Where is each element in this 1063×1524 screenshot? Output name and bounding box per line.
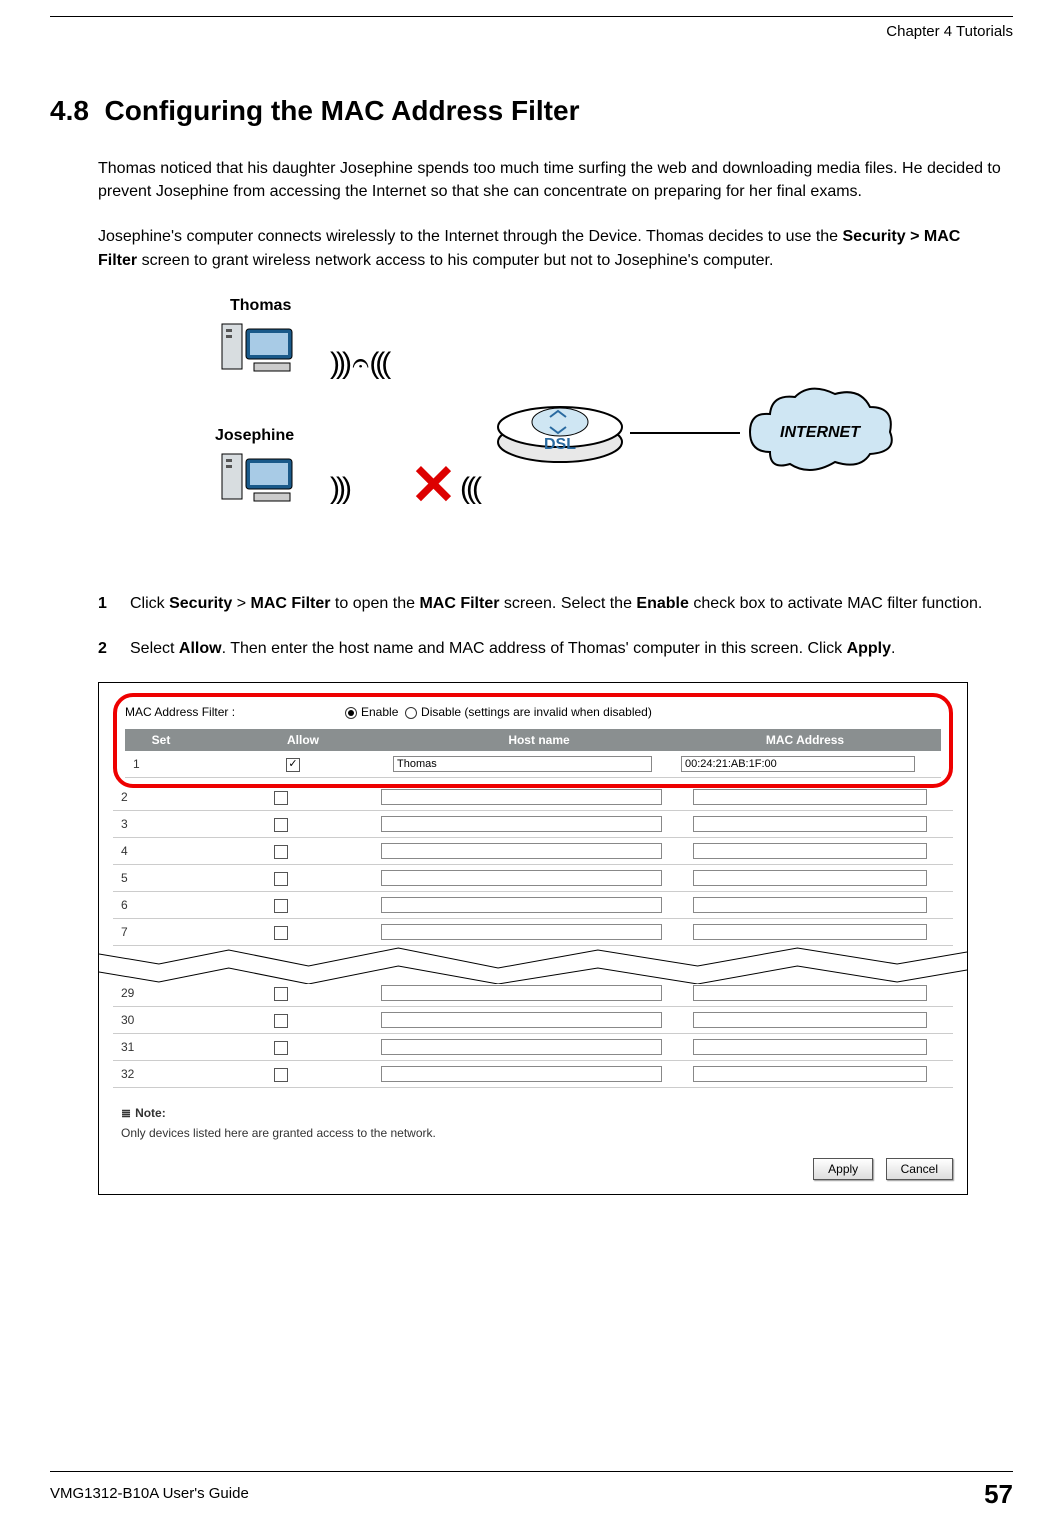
cell-set: 5	[113, 871, 181, 885]
paragraph-1: Thomas noticed that his daughter Josephi…	[98, 157, 1003, 203]
hostname-input[interactable]	[381, 1039, 662, 1055]
table-header: Set Allow Host name MAC Address	[125, 729, 941, 751]
table-row: 31	[113, 1034, 953, 1061]
allow-checkbox[interactable]	[274, 1014, 288, 1028]
section-title: Configuring the MAC Address Filter	[105, 95, 580, 126]
blocked-x-icon: ✕	[410, 452, 457, 518]
col-set: Set	[125, 729, 197, 751]
note-heading: ≣ Note:	[121, 1106, 945, 1120]
allow-checkbox[interactable]	[274, 845, 288, 859]
mac-input[interactable]	[693, 1066, 927, 1082]
mac-input[interactable]	[681, 756, 915, 772]
allow-checkbox[interactable]	[274, 1041, 288, 1055]
cell-set: 30	[113, 1013, 181, 1027]
cell-set: 6	[113, 898, 181, 912]
table-row: 2	[113, 784, 953, 811]
hostname-input[interactable]	[381, 870, 662, 886]
hostname-input[interactable]	[393, 756, 652, 772]
internet-cloud-icon: INTERNET	[740, 382, 900, 487]
allow-checkbox[interactable]	[274, 791, 288, 805]
section-number: 4.8	[50, 95, 89, 126]
cancel-button[interactable]: Cancel	[886, 1158, 953, 1180]
wifi-waves-icon: ))) 𝄐 (((	[330, 347, 387, 381]
cell-set: 7	[113, 925, 181, 939]
cell-set: 1	[125, 757, 193, 771]
step-1: 1 Click Security > MAC Filter to open th…	[98, 592, 1013, 615]
disable-radio[interactable]: Disable (settings are invalid when disab…	[405, 705, 652, 719]
mac-input[interactable]	[693, 897, 927, 913]
table-row: 30	[113, 1007, 953, 1034]
allow-checkbox[interactable]	[274, 926, 288, 940]
mac-input[interactable]	[693, 924, 927, 940]
col-host: Host name	[409, 729, 669, 751]
mac-input[interactable]	[693, 816, 927, 832]
connection-line	[630, 432, 740, 434]
step-2: 2 Select Allow. Then enter the host name…	[98, 637, 1013, 660]
svg-text:DSL: DSL	[544, 436, 576, 453]
footer-guide: VMG1312-B10A User's Guide	[50, 1485, 249, 1502]
allow-checkbox[interactable]	[274, 872, 288, 886]
mac-input[interactable]	[693, 870, 927, 886]
hostname-input[interactable]	[381, 897, 662, 913]
table-row: 3	[113, 811, 953, 838]
highlight-box: MAC Address Filter : Enable Disable (set…	[113, 693, 953, 788]
table-row: 1	[125, 751, 941, 778]
mac-input[interactable]	[693, 1039, 927, 1055]
pc-icon-thomas	[220, 319, 300, 379]
josephine-label: Josephine	[215, 427, 294, 445]
note-icon: ≣	[121, 1106, 131, 1120]
footer-page: 57	[984, 1479, 1013, 1510]
cell-set: 32	[113, 1067, 181, 1081]
page-tear	[99, 942, 967, 984]
section-heading: 4.8 Configuring the MAC Address Filter	[50, 95, 1013, 127]
cell-set: 2	[113, 790, 181, 804]
mac-filter-screenshot: MAC Address Filter : Enable Disable (set…	[98, 682, 968, 1195]
thomas-label: Thomas	[230, 297, 291, 315]
mac-input[interactable]	[693, 1012, 927, 1028]
cell-set: 4	[113, 844, 181, 858]
table-row: 32	[113, 1061, 953, 1088]
mac-input[interactable]	[693, 789, 927, 805]
hostname-input[interactable]	[381, 1066, 662, 1082]
table-row: 5	[113, 865, 953, 892]
hostname-input[interactable]	[381, 924, 662, 940]
enable-radio[interactable]: Enable	[345, 705, 398, 719]
cell-set: 31	[113, 1040, 181, 1054]
col-allow: Allow	[197, 729, 409, 751]
allow-checkbox[interactable]	[274, 1068, 288, 1082]
table-row: 4	[113, 838, 953, 865]
paragraph-2: Josephine's computer connects wirelessly…	[98, 225, 1003, 271]
table-row: 29	[113, 980, 953, 1007]
mac-input[interactable]	[693, 843, 927, 859]
allow-checkbox[interactable]	[274, 987, 288, 1001]
wifi-waves-icon: )))	[330, 472, 348, 506]
step-list: 1 Click Security > MAC Filter to open th…	[98, 592, 1013, 660]
wifi-waves-icon: (((	[460, 472, 478, 506]
step-number: 1	[98, 592, 130, 615]
dsl-router-icon: DSL	[490, 397, 630, 467]
svg-text:INTERNET: INTERNET	[780, 424, 861, 441]
hostname-input[interactable]	[381, 1012, 662, 1028]
hostname-input[interactable]	[381, 789, 662, 805]
cell-set: 3	[113, 817, 181, 831]
hostname-input[interactable]	[381, 843, 662, 859]
network-diagram: Thomas ))) 𝄐 ((( Josephine ))) ✕ ((( DSL…	[160, 297, 1013, 557]
allow-checkbox[interactable]	[274, 899, 288, 913]
step-number: 2	[98, 637, 130, 660]
col-mac: MAC Address	[669, 729, 941, 751]
header-chapter: Chapter 4 Tutorials	[50, 23, 1013, 40]
hostname-input[interactable]	[381, 985, 662, 1001]
pc-icon-josephine	[220, 449, 300, 509]
cell-set: 29	[113, 986, 181, 1000]
table-row: 6	[113, 892, 953, 919]
mac-input[interactable]	[693, 985, 927, 1001]
note-body: Only devices listed here are granted acc…	[121, 1126, 945, 1140]
hostname-input[interactable]	[381, 816, 662, 832]
mac-filter-label: MAC Address Filter :	[125, 705, 345, 719]
apply-button[interactable]: Apply	[813, 1158, 873, 1180]
allow-checkbox[interactable]	[274, 818, 288, 832]
allow-checkbox[interactable]	[286, 758, 300, 772]
